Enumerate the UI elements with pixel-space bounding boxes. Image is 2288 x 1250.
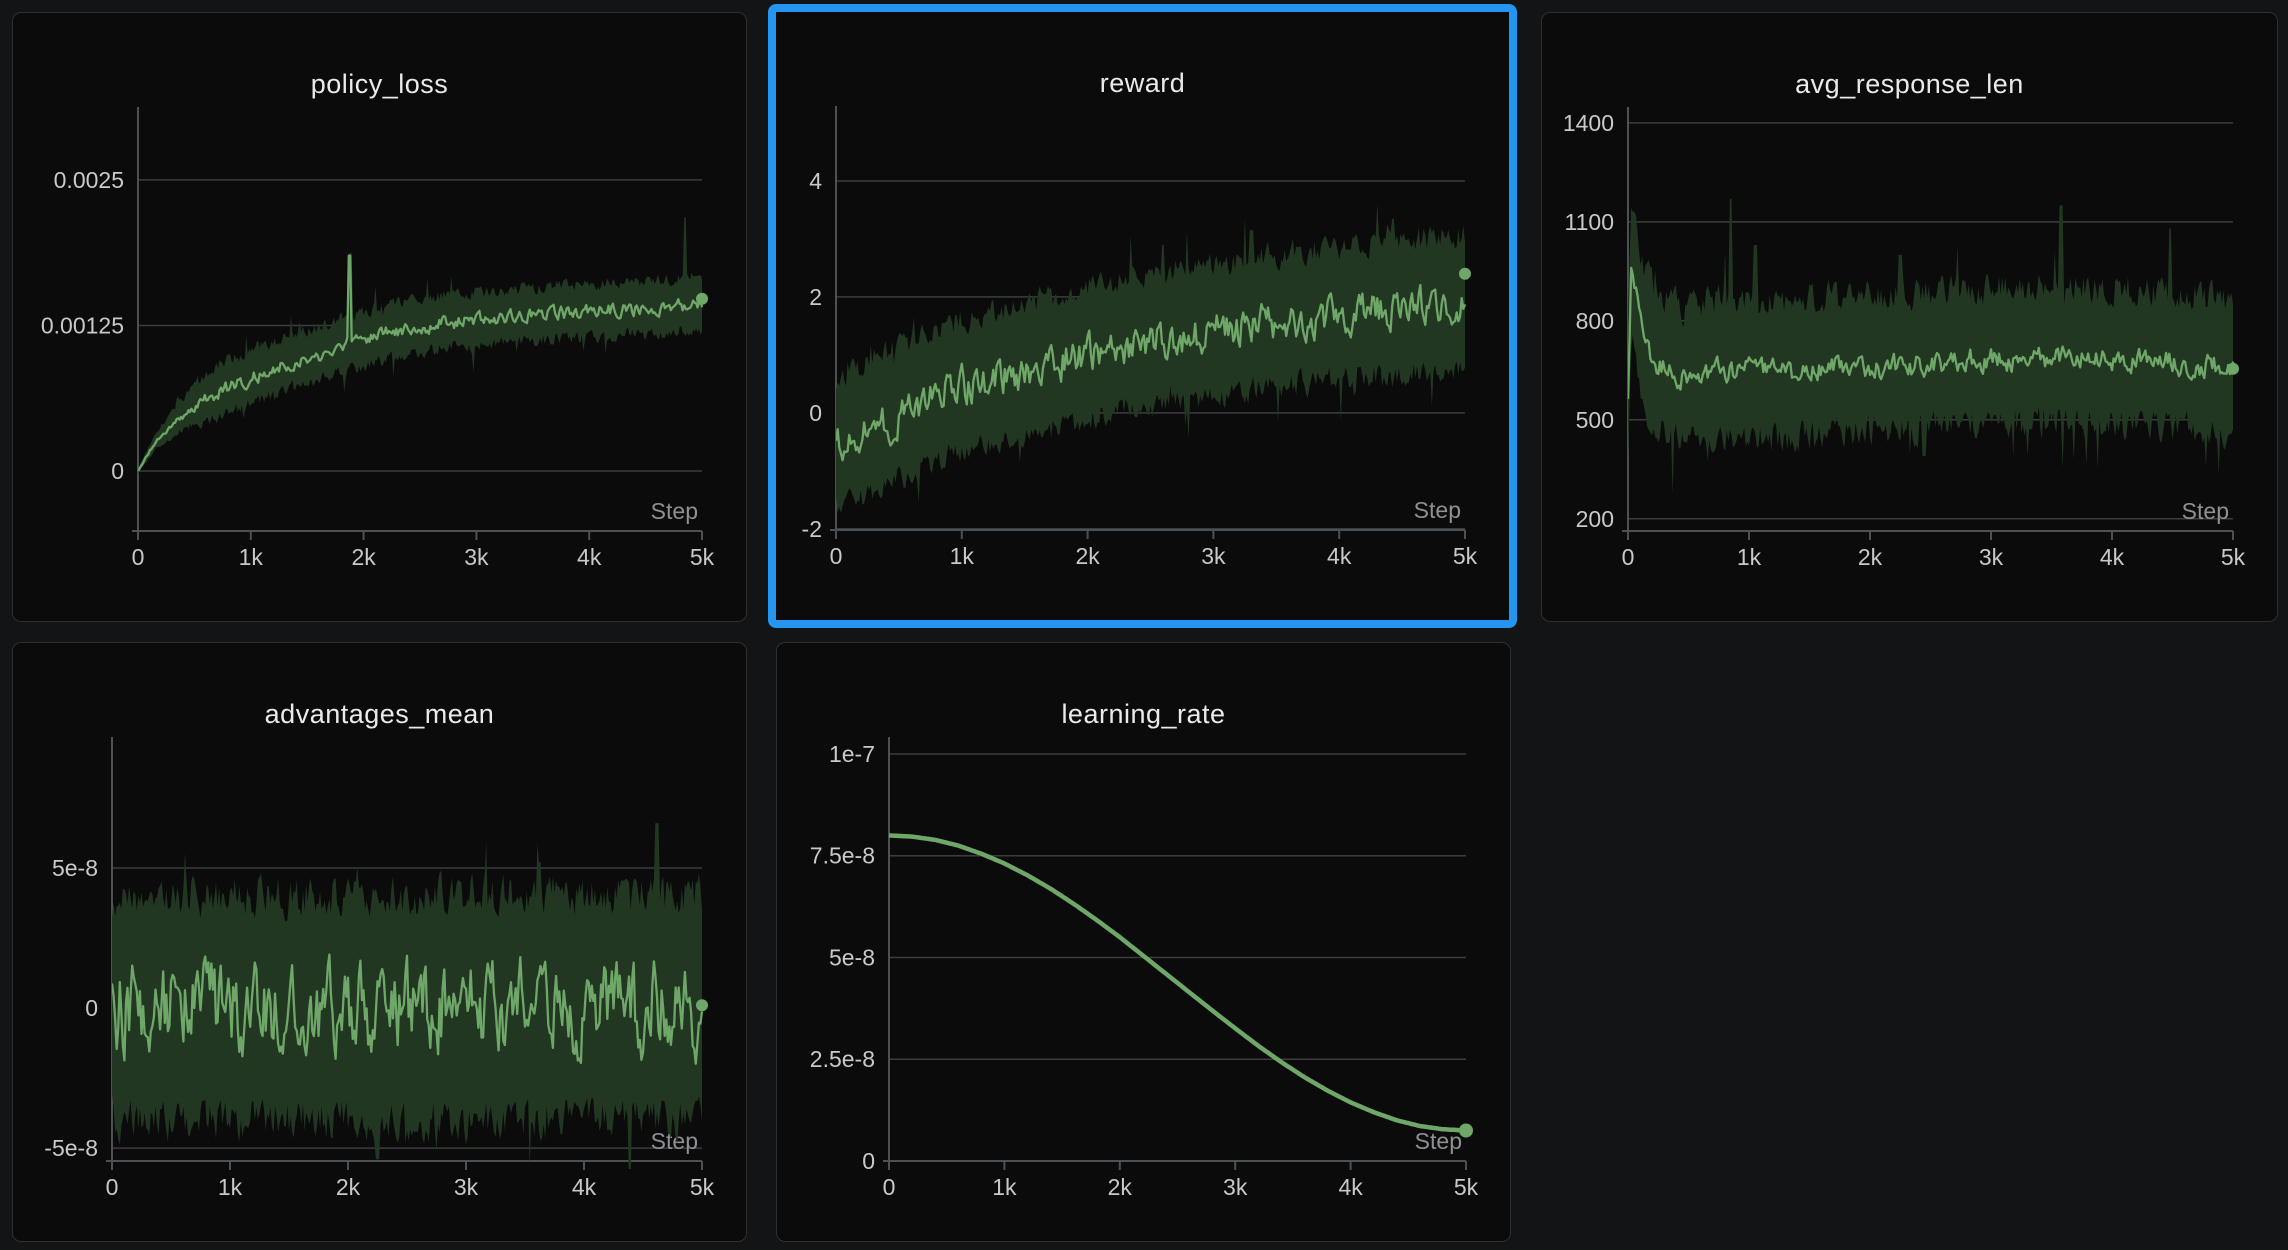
svg-text:800: 800: [1576, 308, 1614, 334]
svg-text:1k: 1k: [950, 543, 975, 569]
svg-text:0: 0: [883, 1174, 896, 1200]
svg-text:1e-7: 1e-7: [829, 741, 875, 767]
svg-text:0: 0: [106, 1174, 119, 1200]
svg-text:5k: 5k: [1454, 1174, 1479, 1200]
svg-text:1100: 1100: [1565, 209, 1614, 235]
chart-advantages-mean[interactable]: -5e-8 0 5e-8 0 1k 2k 3k 4k 5k Step: [13, 643, 746, 1241]
svg-text:0: 0: [111, 458, 124, 484]
panel-advantages-mean[interactable]: advantages_mean -5e-805e-801k2k3k4k5kSte…: [12, 642, 747, 1242]
chart-avg-response-len[interactable]: 200 500 800 1100 1400 0 1k 2k 3k 4k 5k Step: [1542, 13, 2277, 621]
svg-text:5e-8: 5e-8: [52, 855, 98, 881]
svg-text:4k: 4k: [2100, 544, 2125, 570]
svg-text:5k: 5k: [1453, 543, 1478, 569]
svg-text:3k: 3k: [1223, 1174, 1248, 1200]
svg-text:2k: 2k: [336, 1174, 361, 1200]
svg-text:Step: Step: [651, 1128, 698, 1154]
svg-text:0.0025: 0.0025: [54, 167, 124, 193]
svg-text:Step: Step: [1414, 497, 1461, 523]
svg-text:4k: 4k: [1338, 1174, 1363, 1200]
svg-text:0: 0: [85, 995, 98, 1021]
svg-text:3k: 3k: [1201, 543, 1226, 569]
panel-avg-response-len[interactable]: avg_response_len 2005008001100140001k2k3…: [1541, 12, 2278, 622]
chart-reward[interactable]: -2 0 2 4 0 1k 2k 3k 4k 5k Step: [776, 12, 1509, 620]
svg-text:2k: 2k: [1075, 543, 1100, 569]
svg-text:-2: -2: [802, 516, 822, 542]
svg-text:4: 4: [809, 168, 822, 194]
svg-text:0: 0: [809, 400, 822, 426]
svg-text:5k: 5k: [2221, 544, 2246, 570]
svg-text:1k: 1k: [1737, 544, 1762, 570]
panel-reward[interactable]: reward -202401k2k3k4k5kStep: [768, 4, 1517, 628]
svg-text:200: 200: [1576, 506, 1614, 532]
svg-text:0: 0: [862, 1148, 875, 1174]
svg-text:5e-8: 5e-8: [829, 945, 875, 971]
svg-text:2k: 2k: [1108, 1174, 1133, 1200]
metrics-dashboard: policy_loss 00.001250.002501k2k3k4k5kSte…: [0, 0, 2288, 1250]
svg-text:3k: 3k: [454, 1174, 479, 1200]
svg-text:Step: Step: [2182, 498, 2229, 524]
svg-text:4k: 4k: [577, 544, 602, 570]
svg-text:2.5e-8: 2.5e-8: [810, 1046, 875, 1072]
svg-text:4k: 4k: [1327, 543, 1352, 569]
svg-text:1k: 1k: [218, 1174, 243, 1200]
panel-learning-rate[interactable]: learning_rate 02.5e-85e-87.5e-81e-701k2k…: [776, 642, 1511, 1242]
svg-text:0: 0: [1622, 544, 1635, 570]
svg-text:Step: Step: [651, 498, 698, 524]
svg-text:0: 0: [830, 543, 843, 569]
svg-text:0.00125: 0.00125: [41, 313, 124, 339]
svg-text:2k: 2k: [1858, 544, 1883, 570]
svg-text:2k: 2k: [351, 544, 376, 570]
chart-learning-rate[interactable]: 02.5e-85e-87.5e-81e-701k2k3k4k5kStep: [777, 643, 1510, 1241]
svg-text:4k: 4k: [572, 1174, 597, 1200]
svg-text:1k: 1k: [992, 1174, 1017, 1200]
svg-text:7.5e-8: 7.5e-8: [810, 843, 875, 869]
svg-text:1400: 1400: [1563, 110, 1614, 136]
svg-text:3k: 3k: [464, 544, 489, 570]
svg-text:5k: 5k: [690, 1174, 715, 1200]
svg-text:3k: 3k: [1979, 544, 2004, 570]
svg-text:500: 500: [1576, 407, 1614, 433]
svg-text:0: 0: [132, 544, 145, 570]
svg-text:1k: 1k: [239, 544, 264, 570]
panel-policy-loss[interactable]: policy_loss 00.001250.002501k2k3k4k5kSte…: [12, 12, 747, 622]
svg-text:-5e-8: -5e-8: [44, 1135, 98, 1161]
svg-text:5k: 5k: [690, 544, 715, 570]
chart-policy-loss[interactable]: 0 0.00125 0.0025 0 1k 2k 3k 4k 5k Step: [13, 13, 746, 621]
svg-text:2: 2: [809, 284, 822, 310]
